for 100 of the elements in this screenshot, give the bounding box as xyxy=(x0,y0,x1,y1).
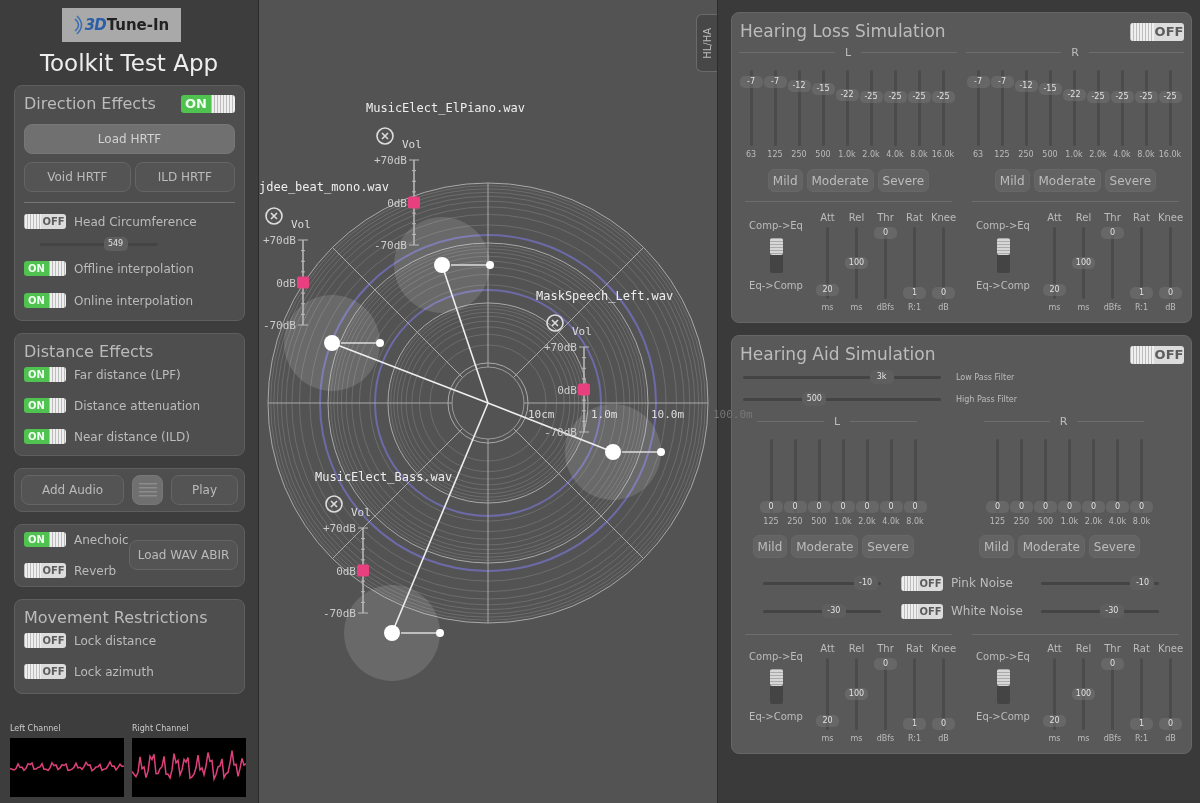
preset-button[interactable]: Moderate xyxy=(806,169,874,192)
slider-thumb[interactable]: -25 xyxy=(1110,91,1134,104)
slider-thumb[interactable]: 0 xyxy=(874,227,897,239)
slider-thumb[interactable]: 0 xyxy=(1159,718,1182,730)
slider-thumb[interactable]: 1 xyxy=(1130,718,1153,730)
slider-thumb[interactable]: 0 xyxy=(1106,501,1129,513)
close-icon[interactable] xyxy=(265,207,283,225)
volume-marker[interactable] xyxy=(297,276,309,289)
slider-thumb[interactable]: 0 xyxy=(1101,658,1124,670)
menu-button[interactable] xyxy=(132,474,164,505)
slider-thumb[interactable]: 20 xyxy=(816,284,839,296)
mode-switch[interactable] xyxy=(996,669,1010,704)
slider-thumb[interactable]: 500 xyxy=(802,392,827,406)
slider-thumb[interactable]: -10 xyxy=(1130,575,1155,590)
slider-thumb[interactable]: -7 xyxy=(990,76,1014,89)
slider-thumb[interactable]: 0 xyxy=(1130,501,1153,513)
slider-thumb[interactable]: 3k xyxy=(869,370,894,384)
slider-thumb[interactable]: 0 xyxy=(1034,501,1057,513)
preset-button[interactable]: Severe xyxy=(1088,535,1141,558)
slider-thumb[interactable]: -22 xyxy=(835,88,859,101)
slider-thumb[interactable]: 0 xyxy=(1082,501,1105,513)
preset-button[interactable]: Severe xyxy=(1104,169,1157,192)
slider-thumb[interactable]: -25 xyxy=(931,91,955,104)
slider-thumb[interactable]: -25 xyxy=(859,91,883,104)
source-dot[interactable] xyxy=(605,444,621,460)
slider-thumb[interactable]: -7 xyxy=(739,76,763,89)
side-tab[interactable]: HL/HA xyxy=(696,14,717,72)
orientation-handle[interactable] xyxy=(340,339,384,347)
slider-thumb[interactable]: 0 xyxy=(879,501,903,513)
slider-thumb[interactable]: 100 xyxy=(845,688,868,700)
slider-thumb[interactable]: -25 xyxy=(1086,91,1110,104)
volume-marker[interactable] xyxy=(578,383,590,396)
preset-button[interactable]: Moderate xyxy=(1033,169,1101,192)
slider-thumb[interactable]: -25 xyxy=(1158,91,1182,104)
slider-thumb[interactable]: 0 xyxy=(903,501,927,513)
orientation-handle[interactable] xyxy=(621,448,665,456)
preset-button[interactable]: Mild xyxy=(994,169,1030,192)
slider-thumb[interactable]: 549 xyxy=(103,236,128,251)
slider-thumb[interactable]: 0 xyxy=(932,287,955,299)
preset-button[interactable]: Moderate xyxy=(1017,535,1085,558)
source-dot[interactable] xyxy=(324,335,340,351)
slider-thumb[interactable]: 20 xyxy=(816,715,839,727)
slider-thumb[interactable]: 0 xyxy=(783,501,807,513)
slider-thumb[interactable]: 0 xyxy=(1159,287,1182,299)
slider-thumb[interactable]: 20 xyxy=(1043,284,1066,296)
slider-thumb[interactable]: -12 xyxy=(1014,80,1038,93)
slider-thumb[interactable]: 0 xyxy=(807,501,831,513)
volume-marker[interactable] xyxy=(357,564,369,577)
audio-button[interactable]: Add Audio xyxy=(21,474,125,505)
slider-thumb[interactable]: 0 xyxy=(986,501,1009,513)
slider-thumb[interactable]: 0 xyxy=(932,718,955,730)
preset-button[interactable]: Severe xyxy=(862,535,914,558)
preset-button[interactable]: Severe xyxy=(877,169,930,192)
slider-thumb[interactable]: 1 xyxy=(903,287,926,299)
source-dot[interactable] xyxy=(384,625,400,641)
unit-label: dBfs xyxy=(876,302,895,314)
mode-switch[interactable] xyxy=(996,238,1010,273)
slider-thumb[interactable]: 20 xyxy=(1043,715,1066,727)
slider-thumb[interactable]: -12 xyxy=(787,80,811,93)
slider-thumb[interactable]: 1 xyxy=(1130,287,1153,299)
slider-thumb[interactable]: -22 xyxy=(1062,88,1086,101)
slider-thumb[interactable]: 0 xyxy=(1010,501,1033,513)
slider-thumb[interactable]: -30 xyxy=(821,603,846,618)
slider-thumb[interactable]: 0 xyxy=(855,501,879,513)
audio-button[interactable]: Play xyxy=(171,474,238,505)
preset-button[interactable]: Mild xyxy=(767,169,803,192)
close-icon[interactable] xyxy=(376,127,394,145)
slider-thumb[interactable]: 0 xyxy=(759,501,783,513)
slider-thumb[interactable]: -30 xyxy=(1099,603,1124,618)
slider-thumb[interactable]: -25 xyxy=(907,91,931,104)
slider-thumb[interactable]: -15 xyxy=(811,82,835,95)
preset-button[interactable]: Mild xyxy=(979,535,1014,558)
preset-button[interactable]: Mild xyxy=(752,535,788,558)
slider-thumb[interactable]: -7 xyxy=(966,76,990,89)
slider-thumb[interactable]: -10 xyxy=(853,575,878,590)
slider-thumb[interactable]: -25 xyxy=(1134,91,1158,104)
slider-thumb[interactable]: 0 xyxy=(1058,501,1081,513)
slider-thumb[interactable]: 1 xyxy=(903,718,926,730)
slider-thumb[interactable]: 0 xyxy=(1101,227,1124,239)
unit-label: ms xyxy=(1048,302,1061,314)
slider-thumb[interactable]: -25 xyxy=(883,91,907,104)
load-hrtf-button[interactable]: Load HRTF xyxy=(24,123,235,154)
orientation-handle[interactable] xyxy=(450,261,494,269)
slider-thumb[interactable]: -7 xyxy=(763,76,787,89)
preset-button[interactable]: Moderate xyxy=(791,535,859,558)
slider-thumb[interactable]: 100 xyxy=(845,257,868,269)
load-abir-button[interactable]: Load WAV ABIR xyxy=(128,540,239,570)
slider-thumb[interactable]: 0 xyxy=(831,501,855,513)
hrtf-button[interactable]: Void HRTF xyxy=(24,161,131,192)
mode-switch[interactable] xyxy=(769,238,783,273)
mode-switch[interactable] xyxy=(769,669,783,704)
orientation-handle[interactable] xyxy=(400,629,444,637)
slider-thumb[interactable]: 100 xyxy=(1072,688,1095,700)
close-icon[interactable] xyxy=(325,495,343,513)
slider-thumb[interactable]: -15 xyxy=(1038,82,1062,95)
slider-thumb[interactable]: 100 xyxy=(1072,257,1095,269)
hrtf-button[interactable]: ILD HRTF xyxy=(134,161,235,192)
source-dot[interactable] xyxy=(434,257,450,273)
close-icon[interactable] xyxy=(546,314,564,332)
slider-thumb[interactable]: 0 xyxy=(874,658,897,670)
